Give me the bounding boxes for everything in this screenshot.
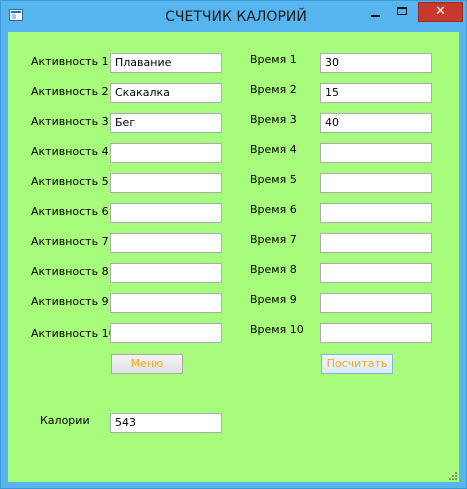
time-label-3: Время 3	[250, 113, 297, 126]
activity-input-10[interactable]	[110, 323, 222, 343]
activity-input-7[interactable]	[110, 233, 222, 253]
time-input-2[interactable]: 15	[320, 83, 432, 103]
activity-input-2[interactable]: Скакалка	[110, 83, 222, 103]
close-icon: ✕	[435, 4, 446, 19]
minimize-button[interactable]	[363, 2, 389, 22]
activity-input-8[interactable]	[110, 263, 222, 283]
resize-grip-icon[interactable]	[448, 471, 458, 481]
close-button[interactable]: ✕	[418, 2, 463, 22]
time-label-4: Время 4	[250, 143, 297, 156]
activity-label-7: Активность 7	[31, 235, 109, 248]
maximize-button[interactable]	[390, 2, 416, 22]
activity-label-10: Активность 10	[31, 327, 116, 340]
activity-label-8: Активность 8	[31, 265, 109, 278]
time-label-5: Время 5	[250, 173, 297, 186]
calories-label: Калории	[40, 414, 90, 427]
time-label-9: Время 9	[250, 293, 297, 306]
time-label-10: Время 10	[250, 323, 304, 336]
activity-input-4[interactable]	[110, 143, 222, 163]
time-input-4[interactable]	[320, 143, 432, 163]
time-input-7[interactable]	[320, 233, 432, 253]
title-bar[interactable]: СЧЕТЧИК КАЛОРИЙ ✕	[1, 1, 466, 32]
time-input-6[interactable]	[320, 203, 432, 223]
time-input-9[interactable]	[320, 293, 432, 313]
activity-input-6[interactable]	[110, 203, 222, 223]
activity-label-4: Активность 4	[31, 145, 109, 158]
time-label-7: Время 7	[250, 233, 297, 246]
time-input-3[interactable]: 40	[320, 113, 432, 133]
calculate-button[interactable]: Посчитать	[321, 354, 393, 374]
time-label-2: Время 2	[250, 83, 297, 96]
activity-label-3: Активность 3	[31, 115, 109, 128]
time-input-8[interactable]	[320, 263, 432, 283]
activity-input-3[interactable]: Бег	[110, 113, 222, 133]
activity-input-9[interactable]	[110, 293, 222, 313]
calories-output[interactable]: 543	[110, 413, 222, 433]
activity-label-1: Активность 1	[31, 55, 109, 68]
window-app-icon[interactable]	[9, 9, 23, 21]
calorie-form: Активность 1 Плавание Активность 2 Скака…	[8, 32, 459, 482]
activity-input-1[interactable]: Плавание	[110, 53, 222, 73]
time-input-10[interactable]	[320, 323, 432, 343]
activity-input-5[interactable]	[110, 173, 222, 193]
activity-label-5: Активность 5	[31, 175, 109, 188]
window-title: СЧЕТЧИК КАЛОРИЙ	[165, 9, 307, 25]
app-window: СЧЕТЧИК КАЛОРИЙ ✕ Активность 1 Плавание …	[0, 0, 467, 489]
activity-label-2: Активность 2	[31, 85, 109, 98]
activity-label-9: Активность 9	[31, 295, 109, 308]
time-label-1: Время 1	[250, 53, 297, 66]
activity-label-6: Активность 6	[31, 205, 109, 218]
time-input-1[interactable]: 30	[320, 53, 432, 73]
time-input-5[interactable]	[320, 173, 432, 193]
time-label-6: Время 6	[250, 203, 297, 216]
time-label-8: Время 8	[250, 263, 297, 276]
menu-button[interactable]: Меню	[111, 354, 183, 374]
